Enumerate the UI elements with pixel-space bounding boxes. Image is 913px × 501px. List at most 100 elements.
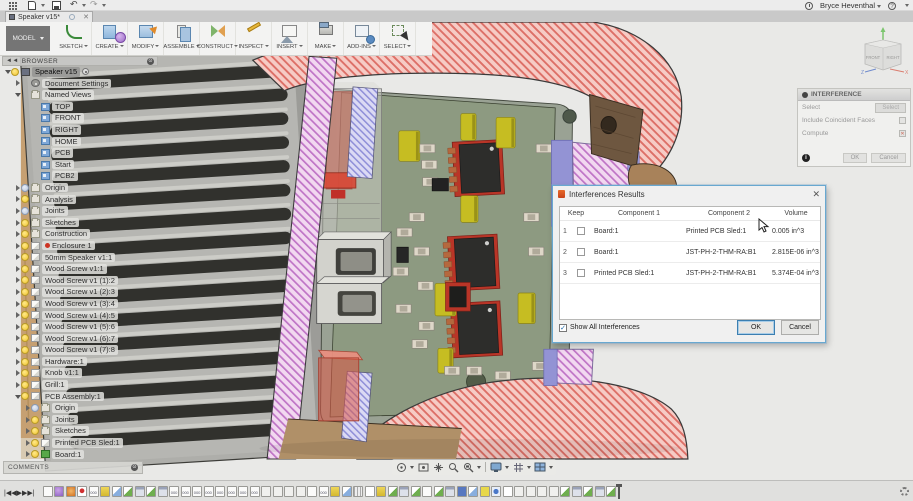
browser-tree-item[interactable]: Wood Screw v1 (7):8 bbox=[2, 344, 158, 356]
visibility-bulb-icon[interactable] bbox=[21, 184, 29, 192]
expand-arrow-icon[interactable] bbox=[24, 428, 31, 434]
visibility-bulb-icon[interactable] bbox=[31, 450, 39, 458]
browser-tree-item[interactable]: Sketches bbox=[2, 217, 158, 229]
expand-arrow-icon[interactable] bbox=[14, 394, 21, 399]
visibility-bulb-icon[interactable] bbox=[21, 392, 29, 400]
expand-arrow-icon[interactable] bbox=[14, 324, 21, 330]
timeline-feature-board-icon[interactable] bbox=[434, 486, 444, 497]
file-menu-caret[interactable] bbox=[41, 4, 45, 7]
document-tab[interactable]: Speaker v15* ✕ bbox=[5, 11, 93, 22]
timeline-feature-origin-icon[interactable]: 000 bbox=[215, 486, 225, 497]
expand-arrow-icon[interactable] bbox=[14, 266, 21, 272]
undo-caret[interactable] bbox=[82, 4, 86, 7]
browser-tree-item[interactable]: PCB Assembly:1 bbox=[2, 391, 158, 403]
visibility-bulb-icon[interactable] bbox=[11, 68, 19, 76]
browser-tree-item[interactable]: Joints bbox=[2, 414, 158, 426]
browser-tree-item[interactable]: Wood Screw v1 (4):5 bbox=[2, 309, 158, 321]
visibility-bulb-icon[interactable] bbox=[21, 276, 29, 284]
visibility-bulb-icon[interactable] bbox=[31, 416, 39, 424]
visibility-bulb-icon[interactable] bbox=[21, 242, 29, 250]
browser-tree-item[interactable]: Hardware:1 bbox=[2, 356, 158, 368]
expand-arrow-icon[interactable] bbox=[14, 92, 21, 97]
browser-tree-item[interactable]: Document Settings bbox=[2, 78, 158, 90]
browser-tree-item[interactable]: FRONT bbox=[2, 112, 158, 124]
expand-arrow-icon[interactable] bbox=[14, 359, 21, 365]
visibility-bulb-icon[interactable] bbox=[31, 439, 39, 447]
expand-arrow-icon[interactable] bbox=[14, 220, 21, 226]
grid-caret[interactable] bbox=[527, 466, 531, 469]
visibility-bulb-icon[interactable] bbox=[21, 230, 29, 238]
browser-tree-item[interactable]: RIGHT bbox=[2, 124, 158, 136]
timeline-feature-motion-icon[interactable] bbox=[273, 486, 283, 497]
timeline-feature-copy-icon[interactable] bbox=[112, 486, 122, 497]
visibility-bulb-icon[interactable] bbox=[31, 427, 39, 435]
show-all-checkbox[interactable]: ✓ Show All Interferences bbox=[559, 324, 640, 332]
browser-tree-item[interactable]: Origin bbox=[2, 402, 158, 414]
visibility-bulb-icon[interactable] bbox=[21, 311, 29, 319]
fit-caret[interactable] bbox=[477, 466, 481, 469]
select-button[interactable]: Select bbox=[875, 103, 906, 113]
app-grid-icon[interactable] bbox=[8, 1, 20, 10]
timeline-feature-origin-icon[interactable]: 000 bbox=[238, 486, 248, 497]
ribbon-tab-insert[interactable]: INSERT bbox=[272, 22, 308, 55]
browser-tree-item[interactable]: Analysis bbox=[2, 194, 158, 206]
timeline-feature-copy-icon[interactable] bbox=[468, 486, 478, 497]
timeline-feature-page-icon[interactable] bbox=[365, 486, 375, 497]
visibility-bulb-icon[interactable] bbox=[21, 288, 29, 296]
timeline-feature-origin-icon[interactable]: 000 bbox=[227, 486, 237, 497]
display-settings-icon[interactable] bbox=[489, 460, 503, 474]
browser-tree-item[interactable]: Wood Screw v1 (5):6 bbox=[2, 321, 158, 333]
cancel-button[interactable]: Cancel bbox=[781, 320, 819, 335]
expand-arrow-icon[interactable] bbox=[14, 335, 21, 341]
timeline-feature-clip-icon[interactable] bbox=[158, 486, 168, 497]
visibility-bulb-icon[interactable] bbox=[21, 381, 29, 389]
user-menu[interactable]: Bryce Heventhal bbox=[820, 1, 881, 10]
ok-button[interactable]: OK bbox=[737, 320, 775, 335]
view-cube[interactable]: FRONT RIGHT Z X bbox=[856, 26, 910, 84]
timeline-feature-board-icon[interactable] bbox=[146, 486, 156, 497]
timeline-feature-clip-icon[interactable] bbox=[399, 486, 409, 497]
browser-tree-item[interactable]: Construction bbox=[2, 228, 158, 240]
keep-checkbox[interactable] bbox=[577, 227, 585, 235]
visibility-bulb-icon[interactable] bbox=[21, 323, 29, 331]
help-caret[interactable] bbox=[905, 4, 909, 7]
timeline-feature-paste-icon[interactable] bbox=[376, 486, 386, 497]
browser-tree-item[interactable]: Origin bbox=[2, 182, 158, 194]
timeline-feature-sketch-icon[interactable] bbox=[43, 486, 53, 497]
browser-header[interactable]: ◄◄ BROWSER ⊙ bbox=[2, 56, 158, 66]
ribbon-tab-addins[interactable]: ADD-INS bbox=[344, 22, 380, 55]
expand-arrow-icon[interactable] bbox=[14, 80, 21, 86]
visibility-bulb-icon[interactable] bbox=[21, 195, 29, 203]
info-icon[interactable]: i bbox=[802, 154, 810, 162]
look-at-icon[interactable] bbox=[416, 460, 430, 474]
timeline-feature-page-icon[interactable] bbox=[503, 486, 513, 497]
ribbon-tab-make[interactable]: MAKE bbox=[308, 22, 344, 55]
pan-icon[interactable] bbox=[431, 460, 445, 474]
timeline-feature-motion-icon[interactable] bbox=[261, 486, 271, 497]
expand-arrow-icon[interactable] bbox=[14, 277, 21, 283]
dialog-close-icon[interactable]: ✕ bbox=[812, 189, 820, 199]
expand-arrow-icon[interactable] bbox=[14, 243, 21, 249]
ribbon-tab-inspect[interactable]: INSPECT bbox=[236, 22, 272, 55]
visibility-bulb-icon[interactable] bbox=[21, 369, 29, 377]
visibility-bulb-icon[interactable] bbox=[21, 219, 29, 227]
expand-arrow-icon[interactable] bbox=[14, 289, 21, 295]
browser-tree-item[interactable]: PCB2 bbox=[2, 170, 158, 182]
comments-bar[interactable]: COMMENTS ⊙ bbox=[3, 461, 143, 474]
timeline-feature-paste-icon[interactable] bbox=[330, 486, 340, 497]
timeline-feature-motion-icon[interactable] bbox=[514, 486, 524, 497]
tab-close-icon[interactable]: ✕ bbox=[83, 13, 89, 22]
expand-arrow-icon[interactable] bbox=[14, 185, 21, 191]
display-caret[interactable] bbox=[505, 466, 509, 469]
browser-tree-item[interactable]: Printed PCB Sled:1 bbox=[2, 437, 158, 449]
expand-arrow-icon[interactable] bbox=[24, 451, 31, 457]
timeline-feature-motion-icon[interactable] bbox=[284, 486, 294, 497]
keep-checkbox[interactable] bbox=[577, 269, 585, 277]
panel-cancel-button[interactable]: Cancel bbox=[871, 153, 906, 163]
visibility-bulb-icon[interactable] bbox=[21, 346, 29, 354]
browser-tree-item[interactable]: Wood Screw v1 (1):2 bbox=[2, 275, 158, 287]
expand-arrow-icon[interactable] bbox=[14, 231, 21, 237]
browser-tree-item[interactable]: Grill:1 bbox=[2, 379, 158, 391]
orbit-caret[interactable] bbox=[410, 466, 414, 469]
timeline-feature-move-icon[interactable] bbox=[491, 486, 501, 497]
